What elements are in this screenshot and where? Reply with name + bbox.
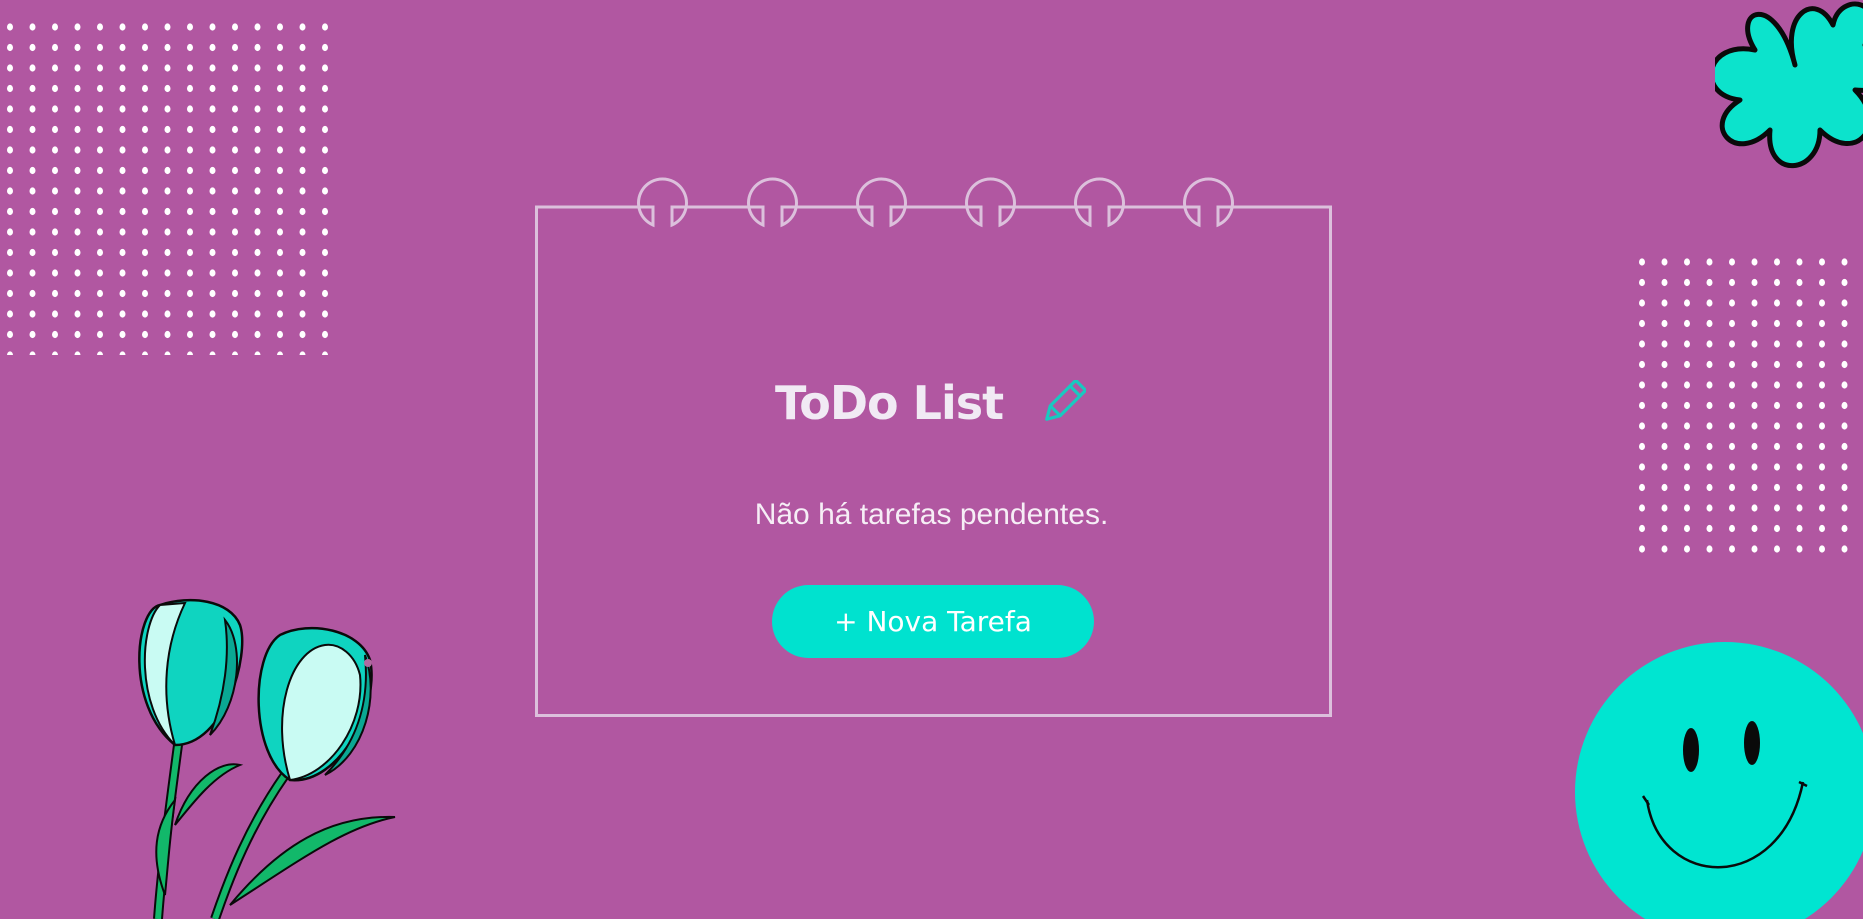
flower-icon — [1715, 1, 1863, 169]
smiley-face-icon — [1575, 642, 1863, 919]
page-title: ToDo List — [775, 376, 1004, 430]
dot-pattern-top-left — [0, 15, 335, 355]
title-row: ToDo List — [775, 368, 1004, 438]
empty-state-message: Não há tarefas pendentes. — [754, 498, 1109, 531]
tulips-illustration — [138, 598, 396, 919]
new-task-button[interactable]: + Nova Tarefa — [772, 585, 1094, 658]
pencil-icon — [1045, 380, 1086, 421]
